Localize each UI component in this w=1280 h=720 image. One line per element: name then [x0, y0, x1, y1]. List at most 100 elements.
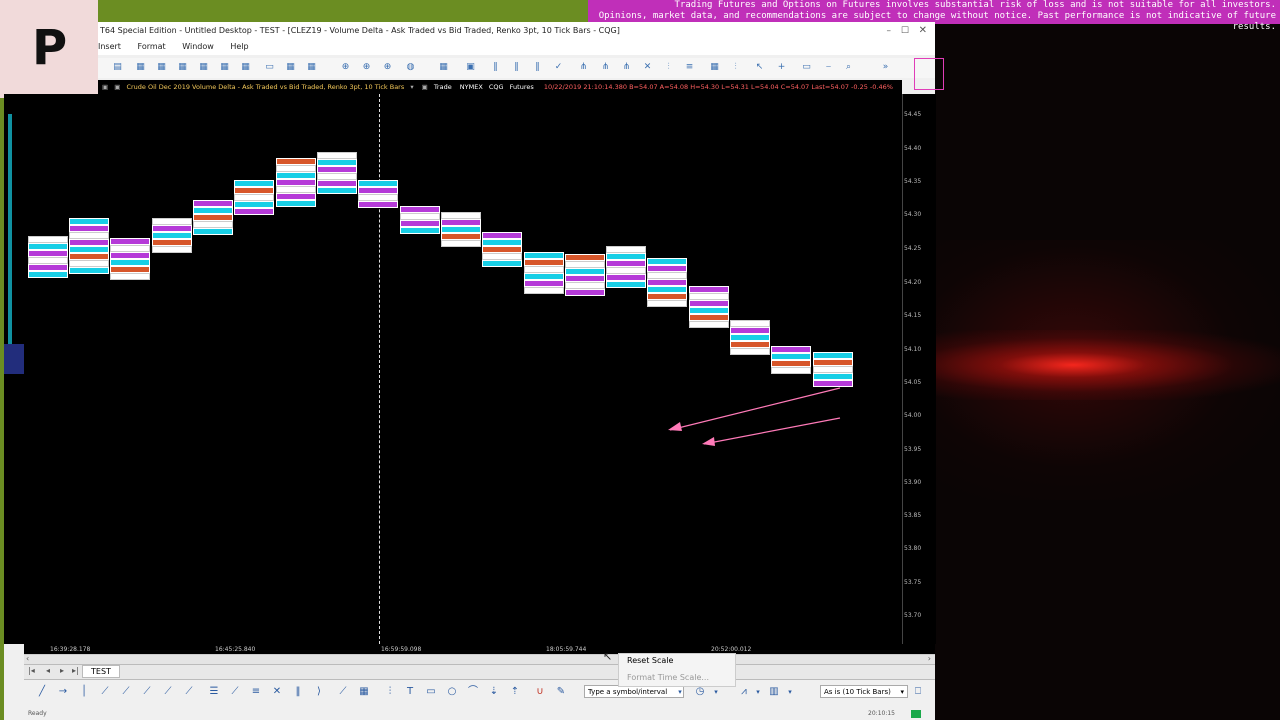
renko-brick-cell: [234, 187, 274, 194]
mouse-cursor-icon: ↖: [603, 650, 613, 663]
draw-tool-icon-11[interactable]: ≡: [250, 686, 262, 698]
renko-brick-cell: [524, 259, 564, 266]
renko-brick-cell: [647, 293, 687, 300]
renko-brick-cell: [317, 159, 357, 166]
draw-tool-icon-12[interactable]: ✕: [271, 686, 283, 698]
studies-icon[interactable]: ▥: [768, 686, 780, 698]
draw-tool-icon-13[interactable]: ‖: [292, 686, 304, 698]
renko-brick-cell: [813, 359, 853, 366]
chart-type-icon[interactable]: ⩘: [738, 686, 750, 698]
renko-brick-cell: [771, 367, 811, 374]
renko-brick-cell: [647, 286, 687, 293]
renko-brick-cell: [317, 180, 357, 187]
clock-dropdown-icon[interactable]: ▾: [710, 686, 722, 698]
renko-brick-cell: [28, 257, 68, 264]
renko-brick-cell: [193, 228, 233, 235]
renko-brick-cell: [69, 239, 109, 246]
tab-nav-next-icon[interactable]: ▸: [60, 666, 64, 675]
draw-vline-icon[interactable]: │: [78, 686, 90, 698]
renko-brick-cell: [441, 226, 481, 233]
renko-brick-cell: [152, 218, 192, 225]
renko-brick-cell: [813, 380, 853, 387]
renko-brick-cell: [771, 353, 811, 360]
draw-ellipse-icon[interactable]: ○: [446, 686, 458, 698]
renko-brick-cell: [69, 246, 109, 253]
studies-dropdown-icon[interactable]: ▾: [784, 686, 796, 698]
magnet-icon[interactable]: ∪: [534, 686, 546, 698]
drawing-toolbar: [24, 682, 935, 702]
draw-tool-icon-23[interactable]: ⇡: [509, 686, 521, 698]
renko-brick-cell: [565, 289, 605, 296]
renko-brick-cell: [689, 286, 729, 293]
renko-brick-cell: [276, 200, 316, 207]
renko-brick-cell: [441, 212, 481, 219]
time-axis[interactable]: [24, 644, 935, 654]
renko-brick-cell: [689, 307, 729, 314]
draw-text-icon[interactable]: T: [404, 686, 416, 698]
draw-tool-icon-15[interactable]: ⟋: [337, 686, 349, 698]
price-label: 53.75: [904, 579, 922, 586]
draw-tool-icon-21[interactable]: ⌒: [467, 686, 479, 698]
time-label: 16:45:25.840: [215, 646, 256, 653]
renko-brick-cell: [276, 172, 316, 179]
scroll-left-icon[interactable]: ‹: [26, 654, 29, 663]
tab-nav-prev-icon[interactable]: ◂: [46, 666, 50, 675]
draw-tool-icon-7[interactable]: ⟋: [162, 686, 174, 698]
draw-tool-icon-8[interactable]: ⟋: [183, 686, 195, 698]
draw-rectangle-icon[interactable]: ▭: [425, 686, 437, 698]
renko-brick-cell: [193, 200, 233, 207]
tab-test[interactable]: TEST: [82, 665, 120, 678]
renko-brick-cell: [606, 253, 646, 260]
context-menu-reset-scale[interactable]: Reset Scale: [627, 656, 673, 665]
draw-ray-icon[interactable]: →: [57, 686, 69, 698]
draw-tool-icon-4[interactable]: ⟋: [99, 686, 111, 698]
draw-tool-icon-5[interactable]: ⟋: [120, 686, 132, 698]
draw-tool-icon-14[interactable]: ⟩: [313, 686, 325, 698]
price-axis[interactable]: [902, 94, 936, 644]
renko-brick-cell: [110, 266, 150, 273]
renko-brick-cell: [689, 300, 729, 307]
symbol-dropdown-icon[interactable]: ▾: [674, 686, 686, 698]
renko-brick-cell: [647, 258, 687, 265]
interval-select[interactable]: As is (10 Tick Bars) ▾: [820, 685, 908, 698]
draw-tool-icon-25[interactable]: ✎: [555, 686, 567, 698]
price-label: 54.00: [904, 412, 922, 419]
time-label: 18:05:59.744: [546, 646, 587, 653]
context-menu-format-time-scale[interactable]: Format Time Scale...: [627, 673, 709, 682]
renko-brick-cell: [730, 341, 770, 348]
draw-line-icon[interactable]: ╱: [36, 686, 48, 698]
tab-nav-first-icon[interactable]: |◂: [28, 666, 35, 675]
chart-type-dropdown-icon[interactable]: ▾: [752, 686, 764, 698]
renko-brick-cell: [647, 272, 687, 279]
renko-brick-cell: [524, 273, 564, 280]
renko-brick-cell: [482, 260, 522, 267]
renko-brick-cell: [730, 327, 770, 334]
renko-brick-cell: [565, 268, 605, 275]
settings-icon[interactable]: ⎕: [912, 686, 924, 698]
renko-brick-cell: [193, 221, 233, 228]
draw-tool-icon-6[interactable]: ⟋: [141, 686, 153, 698]
draw-tool-icon-10[interactable]: ⟋: [229, 686, 241, 698]
price-label: 54.10: [904, 346, 922, 353]
renko-brick-cell: [69, 267, 109, 274]
tab-bar: |◂ ◂ ▸ ▸| TEST: [24, 664, 935, 680]
renko-brick-cell: [524, 280, 564, 287]
price-label: 54.30: [904, 211, 922, 218]
renko-brick-cell: [606, 260, 646, 267]
interval-select-value: As is (10 Tick Bars): [824, 688, 891, 696]
tab-nav-last-icon[interactable]: ▸|: [72, 666, 79, 675]
interval-dropdown-icon[interactable]: ▾: [900, 686, 904, 699]
price-label: 54.35: [904, 178, 922, 185]
draw-tool-icon-22[interactable]: ⇣: [488, 686, 500, 698]
price-label: 54.40: [904, 145, 922, 152]
scroll-right-icon[interactable]: ›: [928, 654, 931, 663]
draw-tool-icon-9[interactable]: ☰: [208, 686, 220, 698]
clock-icon[interactable]: ◷: [694, 686, 706, 698]
renko-brick-cell: [358, 187, 398, 194]
renko-brick-cell: [358, 180, 398, 187]
renko-brick-cell: [358, 194, 398, 201]
draw-tool-icon-17[interactable]: ⫶: [384, 686, 396, 698]
renko-brick-cell: [441, 240, 481, 247]
draw-grid-icon[interactable]: ▦: [358, 686, 370, 698]
renko-brick-cell: [441, 219, 481, 226]
